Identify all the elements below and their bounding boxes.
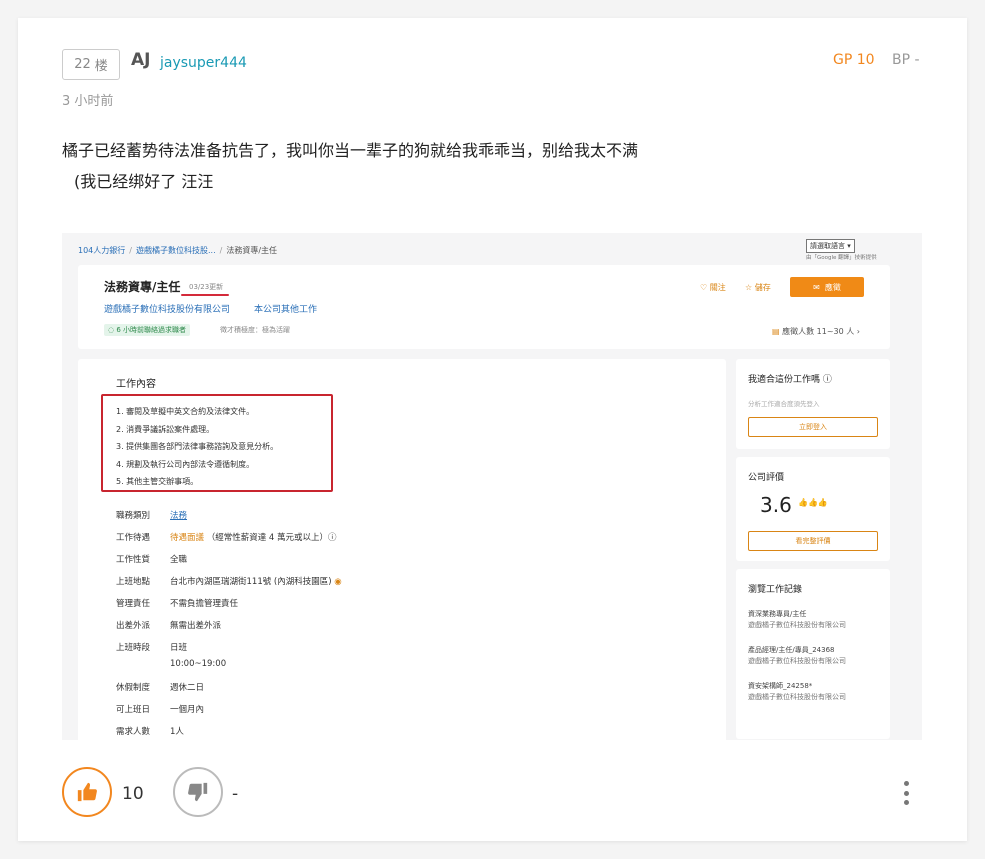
follow-button: ♡ 關注 [700,283,726,292]
like-button[interactable] [62,767,112,817]
heart-icon: ♡ [700,283,710,292]
dislike-count: - [232,784,239,804]
mail-icon: ✉ [813,282,825,292]
field-row: 職務類別 法務 [116,511,188,521]
rating-thumbs-icon: 👍👍👍 [798,498,828,507]
field-row: 上班時段 日班 [116,643,188,653]
like-count: 10 [122,784,144,804]
duty-item: 1. 審閱及草擬中英文合約及法律文件。 [116,407,255,416]
history-panel: 瀏覽工作記錄 資深業務專員/主任 遊戲橘子數位科技股份有限公司 產品經理/主任/專… [736,569,890,739]
panel-hint: 分析工作適合度須先登入 [748,400,820,408]
history-item: 產品經理/主任/專員_24368 遊戲橘子數位科技股份有限公司 [748,646,846,665]
gp-score: GP 10 [833,52,875,68]
company-rating-panel: 公司評價 3.6 👍👍👍 看完整評價 [736,457,890,561]
thumbs-up-icon [77,782,97,802]
breadcrumb-item: 104人力銀行 [78,246,126,255]
field-row: 可上班日 一個月內 [116,705,205,715]
field-row: 管理責任 不需負擔管理責任 [116,599,239,609]
author-name[interactable]: AJ [131,50,150,70]
save-button: ☆ 儲存 [745,283,771,292]
duty-item: 2. 消費爭議訴訟案件處理。 [116,424,215,434]
field-row: 上班地點 台北市內湖區瑞湖街111號 (內湖科技園區) ◉ [116,577,342,587]
language-select: 請選取語言 ▾ [806,239,855,253]
job-header-card: 法務資專/主任 03/23更新 遊戲橘子數位科技股份有限公司 本公司其他工作 ◌… [78,265,890,349]
breadcrumb: 104人力銀行 / 遊戲橘子數位科技股... / 法務資專/主任 [78,246,278,255]
comment-content: 橘子已经蓄势待法准备抗告了，我叫你当一辈子的狗就给我乖乖当，别给我太不满 (我已… [62,135,638,197]
breadcrumb-item: 遊戲橘子數位科技股... [135,246,216,255]
duty-item: 4. 規劃及執行公司內部法令遵循制度。 [116,459,255,469]
rating-value: 3.6 [760,493,792,517]
field-row: 工作待遇 待遇面議 （經常性薪資達 4 萬元或以上）ⓘ [116,533,337,543]
floor-number: 22 [74,57,91,72]
view-reviews-button: 看完整評價 [748,531,878,551]
list-icon: ▤ [772,327,783,336]
history-item: 資深業務專員/主任 遊戲橘子數位科技股份有限公司 [748,610,846,629]
duty-item: 3. 提供集團各部門法律事務諮詢及意見分析。 [116,442,279,451]
content-line: (我已经绑好了 汪汪 [74,172,214,191]
activity-level: 徵才積極度：極為活躍 [220,326,290,334]
duty-list: 1. 審閱及草擬中英文合約及法律文件。 2. 消費爭議訴訟案件處理。 3. 提供… [116,403,278,491]
field-row: 需求人數 1人 [116,727,184,737]
author-id-link[interactable]: jaysuper444 [160,55,247,71]
job-detail-panel: 工作內容 1. 審閱及草擬中英文合約及法律文件。 2. 消費爭議訴訟案件處理。 … [78,359,726,740]
recent-contact-badge: ◌ 6 小時前聯絡過求職者 [104,324,191,336]
duty-item: 5. 其他主管交辦事項。 [116,477,199,486]
google-translate-note: 由「Google 翻譯」技術提供 [806,255,877,261]
history-item: 資安架構師_24258* 遊戲橘子數位科技股份有限公司 [748,682,846,701]
star-icon: ☆ [745,283,755,292]
job-title: 法務資專/主任 [104,280,181,294]
post-time: 3 小时前 [62,94,114,109]
more-options-icon[interactable] [898,778,914,808]
login-button: 立即登入 [748,417,878,437]
floor-badge[interactable]: 22 楼 [62,49,120,80]
other-jobs-link: 本公司其他工作 [254,305,318,315]
panel-title: 我適合這份工作嗎 ⓘ [748,375,832,385]
fit-check-panel: 我適合這份工作嗎 ⓘ 分析工作適合度須先登入 立即登入 [736,359,890,449]
floor-unit: 楼 [94,59,108,74]
breadcrumb-item: 法務資專/主任 [226,246,278,255]
field-row: 10:00~19:00 [170,659,227,669]
thumbs-down-icon [188,782,208,802]
panel-title: 公司評價 [748,473,785,483]
field-row: 休假制度 週休二日 [116,683,205,693]
company-link: 遊戲橘子數位科技股份有限公司 [104,305,231,315]
applicant-count: ▤ 應徵人數 11~30 人 › [772,327,860,336]
comment-card: 22 楼 AJ jaysuper444 3 小时前 GP 10 BP - 橘子已… [18,18,967,841]
field-row: 工作性質 全職 [116,555,188,565]
bp-score: BP - [892,52,920,68]
location-pin-icon: ◉ [334,577,342,587]
attached-screenshot[interactable]: 104人力銀行 / 遊戲橘子數位科技股... / 法務資專/主任 請選取語言 ▾ 由「G… [62,233,922,740]
panel-title: 瀏覽工作記錄 [748,585,803,595]
red-underline-mark [181,294,229,296]
content-line: 橘子已经蓄势待法准备抗告了，我叫你当一辈子的狗就给我乖乖当，别给我太不满 [62,141,639,160]
apply-button: ✉ 應徵 [790,277,864,297]
dislike-button[interactable] [173,767,223,817]
job-updated-date: 03/23更新 [189,283,224,291]
section-title: 工作內容 [116,379,156,390]
field-row: 出差外派 無需出差外派 [116,621,222,631]
